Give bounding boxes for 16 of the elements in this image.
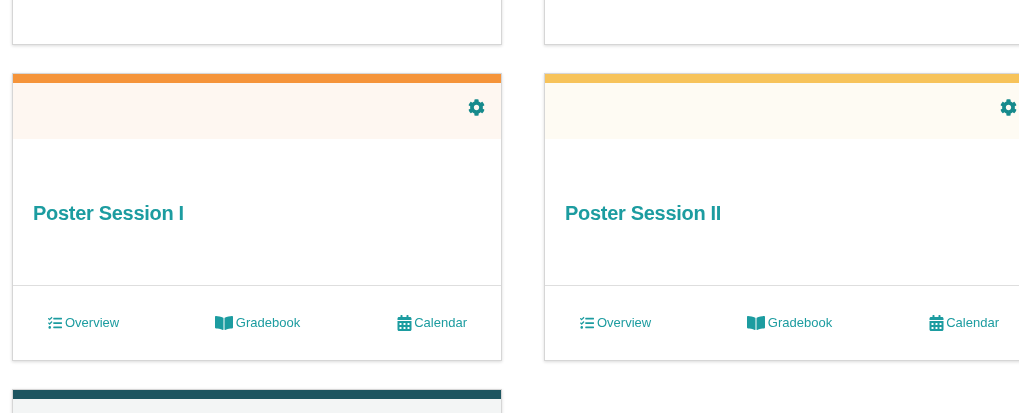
course-link[interactable]: Gradebook [187, 313, 327, 333]
checklist-icon [579, 316, 595, 330]
course-link[interactable]: Overview [579, 313, 719, 333]
book-icon [745, 315, 766, 331]
book-icon [213, 315, 234, 331]
course-title[interactable]: Poster Session I [33, 198, 184, 228]
course-link[interactable]: Calendar [327, 313, 467, 333]
checklist-icon [47, 316, 63, 330]
calendar-icon [929, 315, 945, 331]
course-title[interactable]: Poster Session II [565, 198, 722, 228]
settings-icon[interactable] [1000, 99, 1017, 116]
settings-icon[interactable] [468, 99, 485, 116]
course-link[interactable]: Gradebook [719, 313, 859, 333]
calendar-icon [397, 315, 413, 331]
course-link[interactable]: Overview [47, 313, 187, 333]
course-link[interactable]: Calendar [859, 313, 999, 333]
